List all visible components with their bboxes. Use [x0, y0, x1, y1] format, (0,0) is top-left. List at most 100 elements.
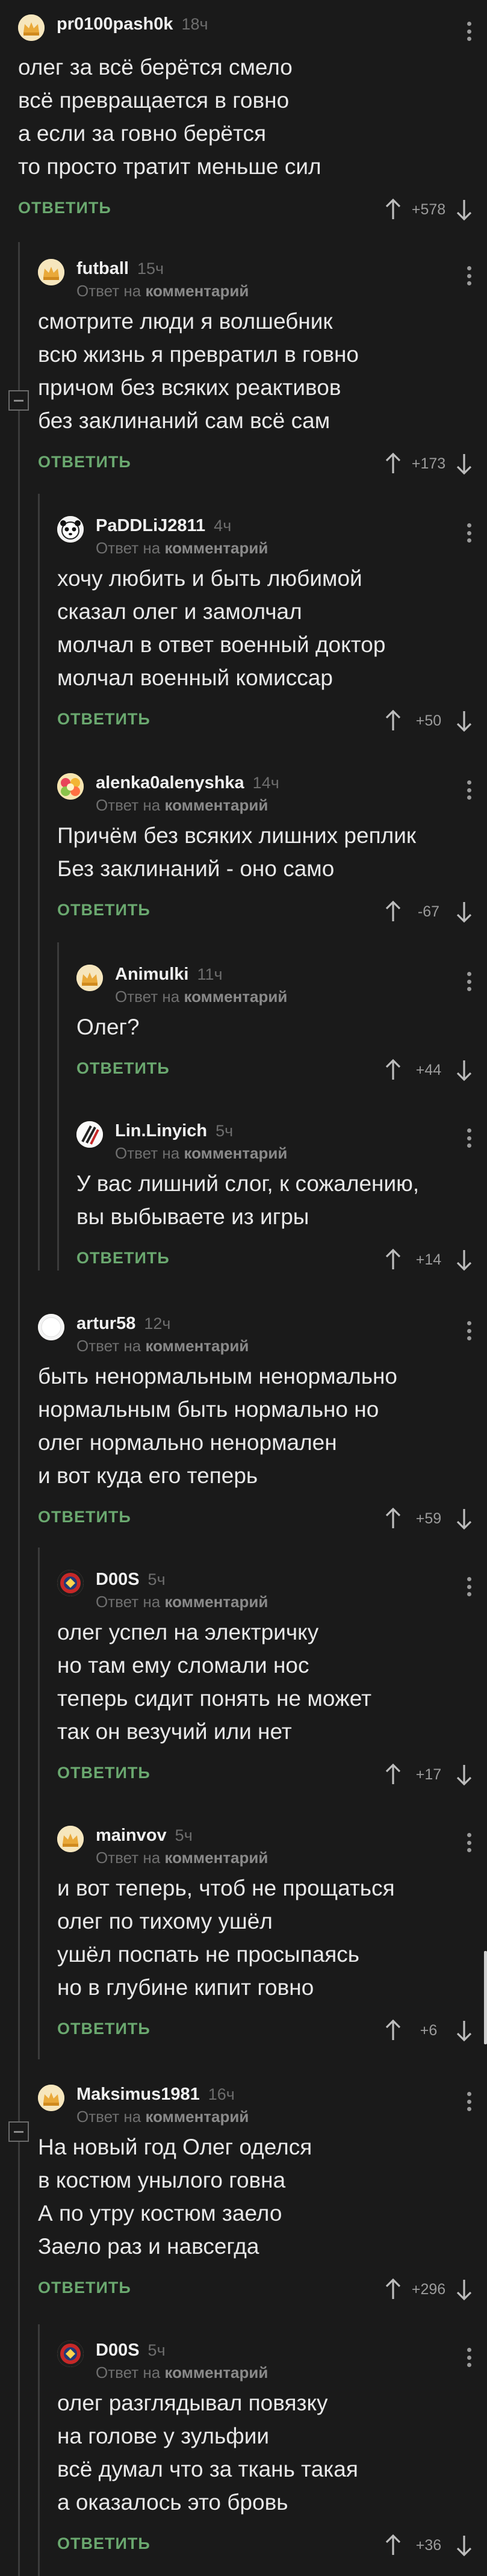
downvote-arrow-icon — [456, 2021, 472, 2042]
comment-header: mainvov 5ч Ответ на комментарий — [57, 1825, 487, 1871]
avatar[interactable] — [57, 516, 84, 543]
reply-reference[interactable]: Ответ на комментарий — [96, 1593, 268, 1611]
avatar[interactable] — [38, 259, 64, 285]
reply-reference[interactable]: Ответ на комментарий — [96, 2363, 268, 2382]
reply-button[interactable]: ОТВЕТИТЬ — [57, 2020, 150, 2038]
comment-time: 5ч — [175, 1826, 193, 1844]
more-options-icon[interactable] — [467, 1577, 471, 1596]
username[interactable]: mainvov 5ч — [96, 1826, 193, 1846]
reply-reference[interactable]: Ответ на комментарий — [96, 1849, 268, 1867]
downvote-button[interactable] — [454, 1248, 474, 1272]
upvote-button[interactable] — [383, 1762, 403, 1787]
comment-rating: +14 — [415, 1251, 442, 1268]
more-options-icon[interactable] — [467, 1321, 471, 1340]
comment-actions: ОТВЕТИТЬ +59 — [38, 1501, 487, 1545]
upvote-button[interactable] — [383, 2018, 403, 2042]
downvote-button[interactable] — [454, 2018, 474, 2042]
reply-reference[interactable]: Ответ на комментарий — [115, 988, 287, 1006]
collapse-thread-button[interactable] — [8, 390, 29, 411]
reply-button[interactable]: ОТВЕТИТЬ — [38, 453, 131, 471]
collapse-thread-button[interactable] — [8, 2121, 29, 2142]
reply-button[interactable]: ОТВЕТИТЬ — [57, 901, 150, 919]
reply-reference[interactable]: Ответ на комментарий — [76, 1337, 249, 1355]
comment-header: Animulki 11ч Ответ на комментарий — [76, 963, 487, 1010]
upvote-button[interactable] — [383, 2533, 403, 2557]
more-options-icon[interactable] — [467, 1833, 471, 1852]
username[interactable]: pr0100pash0k 18ч — [57, 14, 208, 34]
upvote-button[interactable] — [383, 1248, 403, 1272]
more-options-icon[interactable] — [467, 780, 471, 800]
more-options-icon[interactable] — [467, 266, 471, 285]
username[interactable]: D00S 5ч — [96, 1570, 166, 1590]
reply-reference[interactable]: Ответ на комментарий — [76, 2108, 249, 2126]
username[interactable]: Animulki 11ч — [115, 965, 223, 985]
reply-button[interactable]: ОТВЕТИТЬ — [57, 2534, 150, 2553]
upvote-button[interactable] — [383, 452, 403, 476]
reply-button[interactable]: ОТВЕТИТЬ — [38, 1508, 131, 1526]
comment-actions: ОТВЕТИТЬ +6 — [57, 2012, 487, 2057]
more-options-icon[interactable] — [467, 22, 471, 41]
downvote-arrow-icon — [456, 200, 472, 221]
downvote-button[interactable] — [454, 2277, 474, 2301]
downvote-button[interactable] — [454, 1058, 474, 1082]
more-options-icon[interactable] — [467, 972, 471, 991]
username[interactable]: alenka0alenyshka 14ч — [96, 773, 279, 793]
more-options-icon[interactable] — [467, 523, 471, 543]
reply-button[interactable]: ОТВЕТИТЬ — [76, 1059, 170, 1078]
comment: futball 15ч Ответ на комментарий смотрите л… — [38, 258, 487, 490]
comment-actions: ОТВЕТИТЬ +36 — [57, 2527, 487, 2572]
comment: artur58 12ч Ответ на комментарий быть ненор… — [38, 1313, 487, 1545]
more-options-icon[interactable] — [467, 1128, 471, 1148]
avatar[interactable] — [76, 965, 103, 991]
upvote-button[interactable] — [383, 900, 403, 924]
downvote-button[interactable] — [454, 1507, 474, 1531]
downvote-arrow-icon — [456, 902, 472, 923]
more-options-icon[interactable] — [467, 2348, 471, 2367]
username[interactable]: futball 15ч — [76, 259, 164, 279]
username[interactable]: Lin.Linyich 5ч — [115, 1121, 233, 1141]
more-options-icon[interactable] — [467, 2092, 471, 2111]
downvote-button[interactable] — [454, 198, 474, 222]
avatar[interactable] — [57, 773, 84, 800]
comment-actions: ОТВЕТИТЬ +44 — [76, 1052, 487, 1097]
comment-header: D00S 5ч Ответ на комментарий — [57, 1569, 487, 1616]
avatar[interactable] — [57, 2341, 84, 2367]
upvote-button[interactable] — [383, 709, 403, 733]
downvote-arrow-icon — [456, 1060, 472, 1081]
avatar[interactable] — [38, 2085, 64, 2111]
avatar[interactable] — [57, 1570, 84, 1596]
avatar[interactable] — [38, 1314, 64, 1340]
reply-reference[interactable]: Ответ на комментарий — [115, 1144, 287, 1163]
upvote-button[interactable] — [383, 198, 403, 222]
upvote-button[interactable] — [383, 1507, 403, 1531]
avatar[interactable] — [76, 1121, 103, 1148]
downvote-button[interactable] — [454, 1762, 474, 1787]
comment: PaDDLiJ2811 4ч Ответ на комментарий хочу лю… — [57, 515, 487, 747]
upvote-button[interactable] — [383, 2277, 403, 2301]
reply-reference[interactable]: Ответ на комментарий — [96, 539, 268, 558]
comment-header: alenka0alenyshka 14ч Ответ на комментарий — [57, 772, 487, 819]
downvote-arrow-icon — [456, 711, 472, 732]
comment-text: быть ненормальным ненормально нормальным… — [38, 1364, 398, 1488]
upvote-arrow-icon — [385, 2019, 401, 2040]
downvote-button[interactable] — [454, 452, 474, 476]
reply-reference[interactable]: Ответ на комментарий — [76, 282, 249, 300]
downvote-button[interactable] — [454, 2533, 474, 2557]
upvote-button[interactable] — [383, 1058, 403, 1082]
downvote-button[interactable] — [454, 900, 474, 924]
reply-button[interactable]: ОТВЕТИТЬ — [18, 199, 111, 217]
reply-button[interactable]: ОТВЕТИТЬ — [76, 1249, 170, 1268]
username[interactable]: D00S 5ч — [96, 2341, 166, 2360]
avatar[interactable] — [18, 14, 45, 41]
reply-button[interactable]: ОТВЕТИТЬ — [57, 710, 150, 729]
vote-controls: +14 — [383, 1246, 474, 1273]
username[interactable]: PaDDLiJ2811 4ч — [96, 516, 231, 536]
avatar[interactable] — [57, 1826, 84, 1852]
reply-reference[interactable]: Ответ на комментарий — [96, 796, 268, 815]
username[interactable]: Maksimus1981 16ч — [76, 2085, 235, 2105]
username[interactable]: artur58 12ч — [76, 1314, 170, 1334]
comment-header: Lin.Linyich 5ч Ответ на комментарий — [76, 1120, 487, 1167]
downvote-button[interactable] — [454, 709, 474, 733]
reply-button[interactable]: ОТВЕТИТЬ — [38, 2279, 131, 2297]
reply-button[interactable]: ОТВЕТИТЬ — [57, 1764, 150, 1782]
